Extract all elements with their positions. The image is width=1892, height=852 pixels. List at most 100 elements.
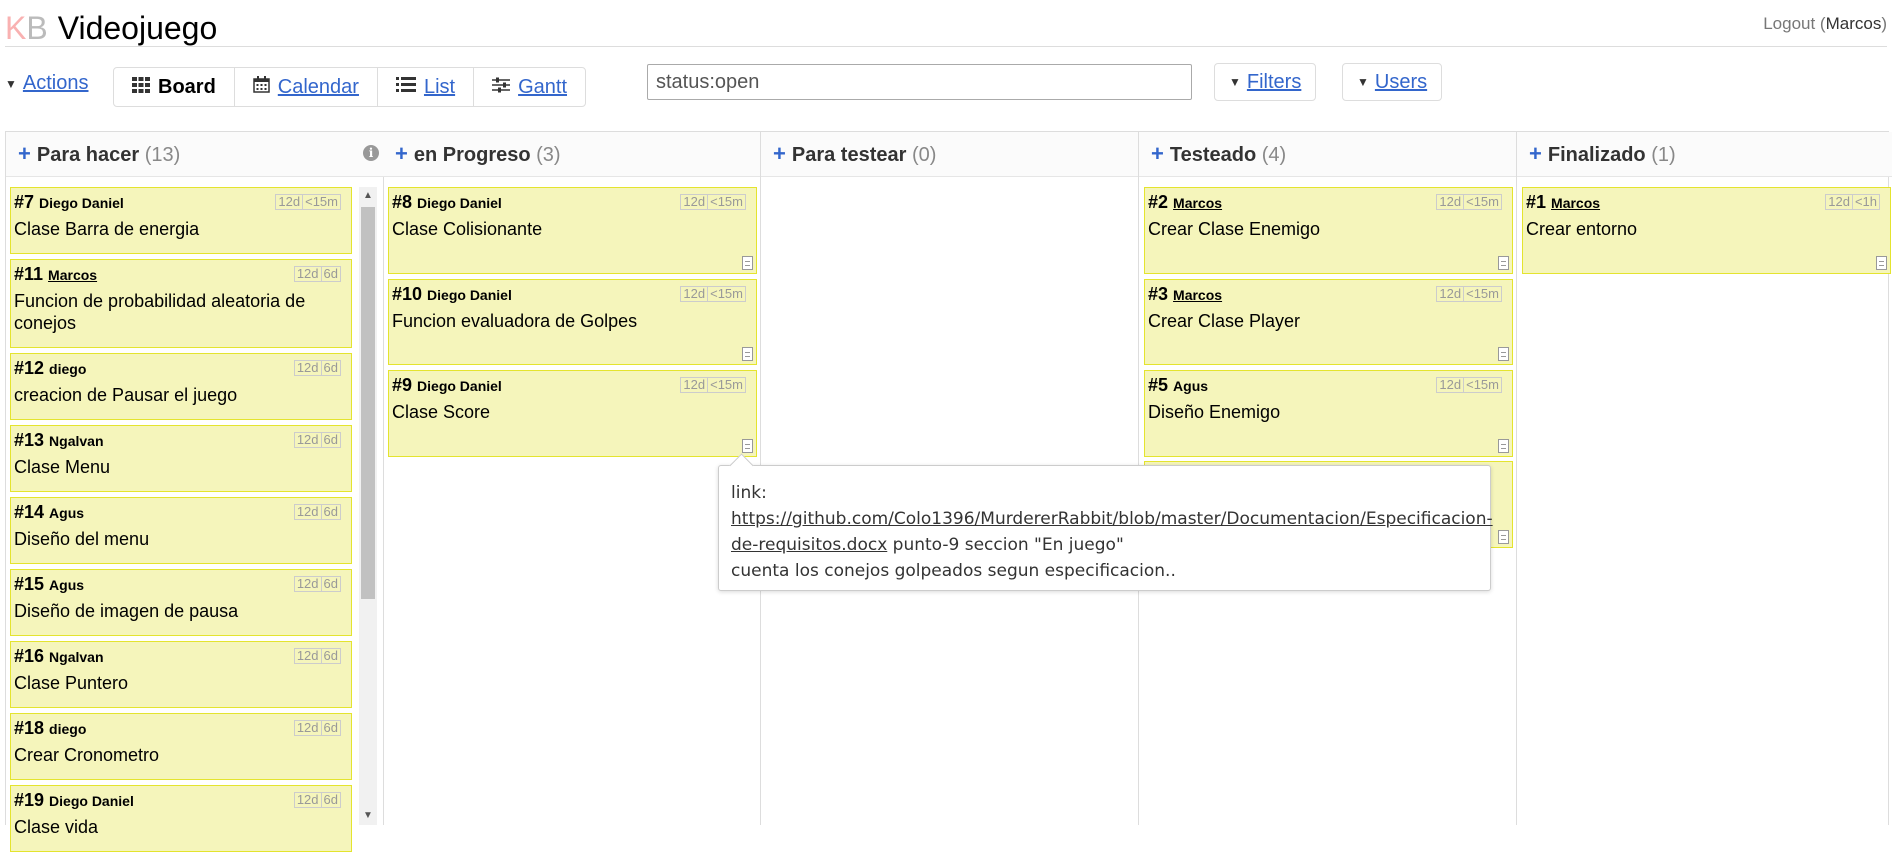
task-id[interactable]: #3 xyxy=(1148,284,1168,304)
users-dropdown[interactable]: ▼ Users xyxy=(1342,63,1443,101)
logout-link[interactable]: Logout xyxy=(1763,14,1815,33)
task-owner[interactable]: Ngalvan xyxy=(49,433,103,449)
view-gantt[interactable]: Gantt xyxy=(474,68,585,106)
task-owner[interactable]: Agus xyxy=(49,577,84,593)
task-owner[interactable]: Marcos xyxy=(1173,287,1222,303)
actions-menu[interactable]: ▼ Actions xyxy=(5,72,88,95)
task-title[interactable]: Funcion de probabilidad aleatoria de con… xyxy=(14,290,343,334)
task-card[interactable]: #7 Diego Daniel 12d <15m Clase Barra de ener… xyxy=(10,187,352,254)
view-gantt-label[interactable]: Gantt xyxy=(518,76,567,99)
search-input[interactable] xyxy=(647,64,1192,100)
description-icon[interactable] xyxy=(1498,256,1509,270)
description-icon[interactable] xyxy=(742,347,753,361)
task-age-column: 6d xyxy=(321,432,341,448)
task-card[interactable]: #1 Marcos 12d <1h Crear entorno xyxy=(1522,187,1891,274)
add-task-icon[interactable]: + xyxy=(1529,141,1542,166)
task-title[interactable]: Clase Score xyxy=(392,401,748,423)
task-card[interactable]: #3 Marcos 12d <15m Crear Clase Player xyxy=(1144,279,1513,365)
task-id[interactable]: #1 xyxy=(1526,192,1546,212)
task-owner[interactable]: Agus xyxy=(49,505,84,521)
task-id[interactable]: #7 xyxy=(14,192,34,212)
task-age: 12d <15m xyxy=(680,377,746,393)
task-id[interactable]: #19 xyxy=(14,790,44,810)
task-id[interactable]: #5 xyxy=(1148,375,1168,395)
filters-dropdown[interactable]: ▼ Filters xyxy=(1214,63,1317,101)
task-title[interactable]: Crear Clase Enemigo xyxy=(1148,218,1504,240)
info-icon[interactable]: i xyxy=(363,145,379,161)
scroll-thumb[interactable] xyxy=(361,207,375,599)
task-title[interactable]: Crear Clase Player xyxy=(1148,310,1504,332)
task-title[interactable]: Diseño Enemigo xyxy=(1148,401,1504,423)
task-title[interactable]: Diseño del menu xyxy=(14,528,343,550)
task-owner[interactable]: Ngalvan xyxy=(49,649,103,665)
filters-link[interactable]: Filters xyxy=(1247,71,1301,94)
task-card[interactable]: #8 Diego Daniel 12d <15m Clase Colisionante xyxy=(388,187,757,274)
description-icon[interactable] xyxy=(742,439,753,453)
task-card[interactable]: #12 diego 12d 6d creacion de Pausar el juego xyxy=(10,353,352,420)
task-owner[interactable]: Marcos xyxy=(1173,195,1222,211)
scroll-down-arrow-icon[interactable]: ▼ xyxy=(359,807,377,825)
task-owner[interactable]: diego xyxy=(49,361,86,377)
task-card[interactable]: #10 Diego Daniel 12d <15m Funcion evaluadora… xyxy=(388,279,757,365)
actions-link[interactable]: Actions xyxy=(23,72,89,95)
task-id[interactable]: #9 xyxy=(392,375,412,395)
users-link[interactable]: Users xyxy=(1375,71,1427,94)
task-card[interactable]: #2 Marcos 12d <15m Crear Clase Enemigo xyxy=(1144,187,1513,274)
add-task-icon[interactable]: + xyxy=(1151,141,1164,166)
task-id[interactable]: #8 xyxy=(392,192,412,212)
scroll-up-arrow-icon[interactable]: ▲ xyxy=(359,187,377,205)
column-scrollbar[interactable]: ▲ ▼ xyxy=(359,187,377,825)
task-owner[interactable]: Diego Daniel xyxy=(417,378,502,394)
task-owner[interactable]: diego xyxy=(49,721,86,737)
task-id[interactable]: #15 xyxy=(14,574,44,594)
task-card[interactable]: #15 Agus 12d 6d Diseño de imagen de pausa xyxy=(10,569,352,636)
description-icon[interactable] xyxy=(1498,439,1509,453)
task-owner[interactable]: Diego Daniel xyxy=(39,195,124,211)
current-user[interactable]: Marcos xyxy=(1826,14,1882,33)
add-task-icon[interactable]: + xyxy=(395,141,408,166)
add-task-icon[interactable]: + xyxy=(18,141,31,166)
task-card[interactable]: #5 Agus 12d <15m Diseño Enemigo xyxy=(1144,370,1513,457)
task-owner[interactable]: Marcos xyxy=(1551,195,1600,211)
task-card[interactable]: #11 Marcos 12d 6d Funcion de probabilidad al… xyxy=(10,259,352,348)
description-icon[interactable] xyxy=(1498,530,1509,544)
task-id[interactable]: #11 xyxy=(14,264,43,284)
view-calendar-label[interactable]: Calendar xyxy=(278,76,359,99)
task-title[interactable]: Crear entorno xyxy=(1526,218,1882,240)
task-owner[interactable]: Diego Daniel xyxy=(49,793,134,809)
view-calendar[interactable]: Calendar xyxy=(235,68,378,106)
description-icon[interactable] xyxy=(1498,347,1509,361)
task-owner[interactable]: Diego Daniel xyxy=(417,195,502,211)
task-id[interactable]: #13 xyxy=(14,430,44,450)
task-id[interactable]: #16 xyxy=(14,646,44,666)
task-title[interactable]: Clase Colisionante xyxy=(392,218,748,240)
view-list-label[interactable]: List xyxy=(424,76,455,99)
task-id[interactable]: #12 xyxy=(14,358,44,378)
task-title[interactable]: Clase Puntero xyxy=(14,672,343,694)
task-id[interactable]: #10 xyxy=(392,284,422,304)
task-owner[interactable]: Diego Daniel xyxy=(427,287,512,303)
task-card[interactable]: #14 Agus 12d 6d Diseño del menu xyxy=(10,497,352,564)
view-list[interactable]: List xyxy=(378,68,475,106)
task-card[interactable]: #16 Ngalvan 12d 6d Clase Puntero xyxy=(10,641,352,708)
task-title[interactable]: Funcion evaluadora de Golpes xyxy=(392,310,748,332)
task-card[interactable]: #18 diego 12d 6d Crear Cronometro xyxy=(10,713,352,780)
task-title[interactable]: Clase Barra de energia xyxy=(14,218,343,240)
task-id[interactable]: #2 xyxy=(1148,192,1168,212)
task-id[interactable]: #14 xyxy=(14,502,44,522)
task-owner[interactable]: Marcos xyxy=(48,267,97,283)
task-title[interactable]: creacion de Pausar el juego xyxy=(14,384,343,406)
task-title[interactable]: Crear Cronometro xyxy=(14,744,343,766)
task-card[interactable]: #9 Diego Daniel 12d <15m Clase Score xyxy=(388,370,757,457)
description-icon[interactable] xyxy=(1876,256,1887,270)
task-card[interactable]: #13 Ngalvan 12d 6d Clase Menu xyxy=(10,425,352,492)
task-card[interactable]: #19 Diego Daniel 12d 6d Clase vida xyxy=(10,785,352,852)
task-title[interactable]: Clase vida xyxy=(14,816,343,838)
task-id[interactable]: #18 xyxy=(14,718,44,738)
task-title[interactable]: Diseño de imagen de pausa xyxy=(14,600,343,622)
view-board[interactable]: Board xyxy=(114,68,235,106)
description-icon[interactable] xyxy=(742,256,753,270)
task-owner[interactable]: Agus xyxy=(1173,378,1208,394)
add-task-icon[interactable]: + xyxy=(773,141,786,166)
task-title[interactable]: Clase Menu xyxy=(14,456,343,478)
